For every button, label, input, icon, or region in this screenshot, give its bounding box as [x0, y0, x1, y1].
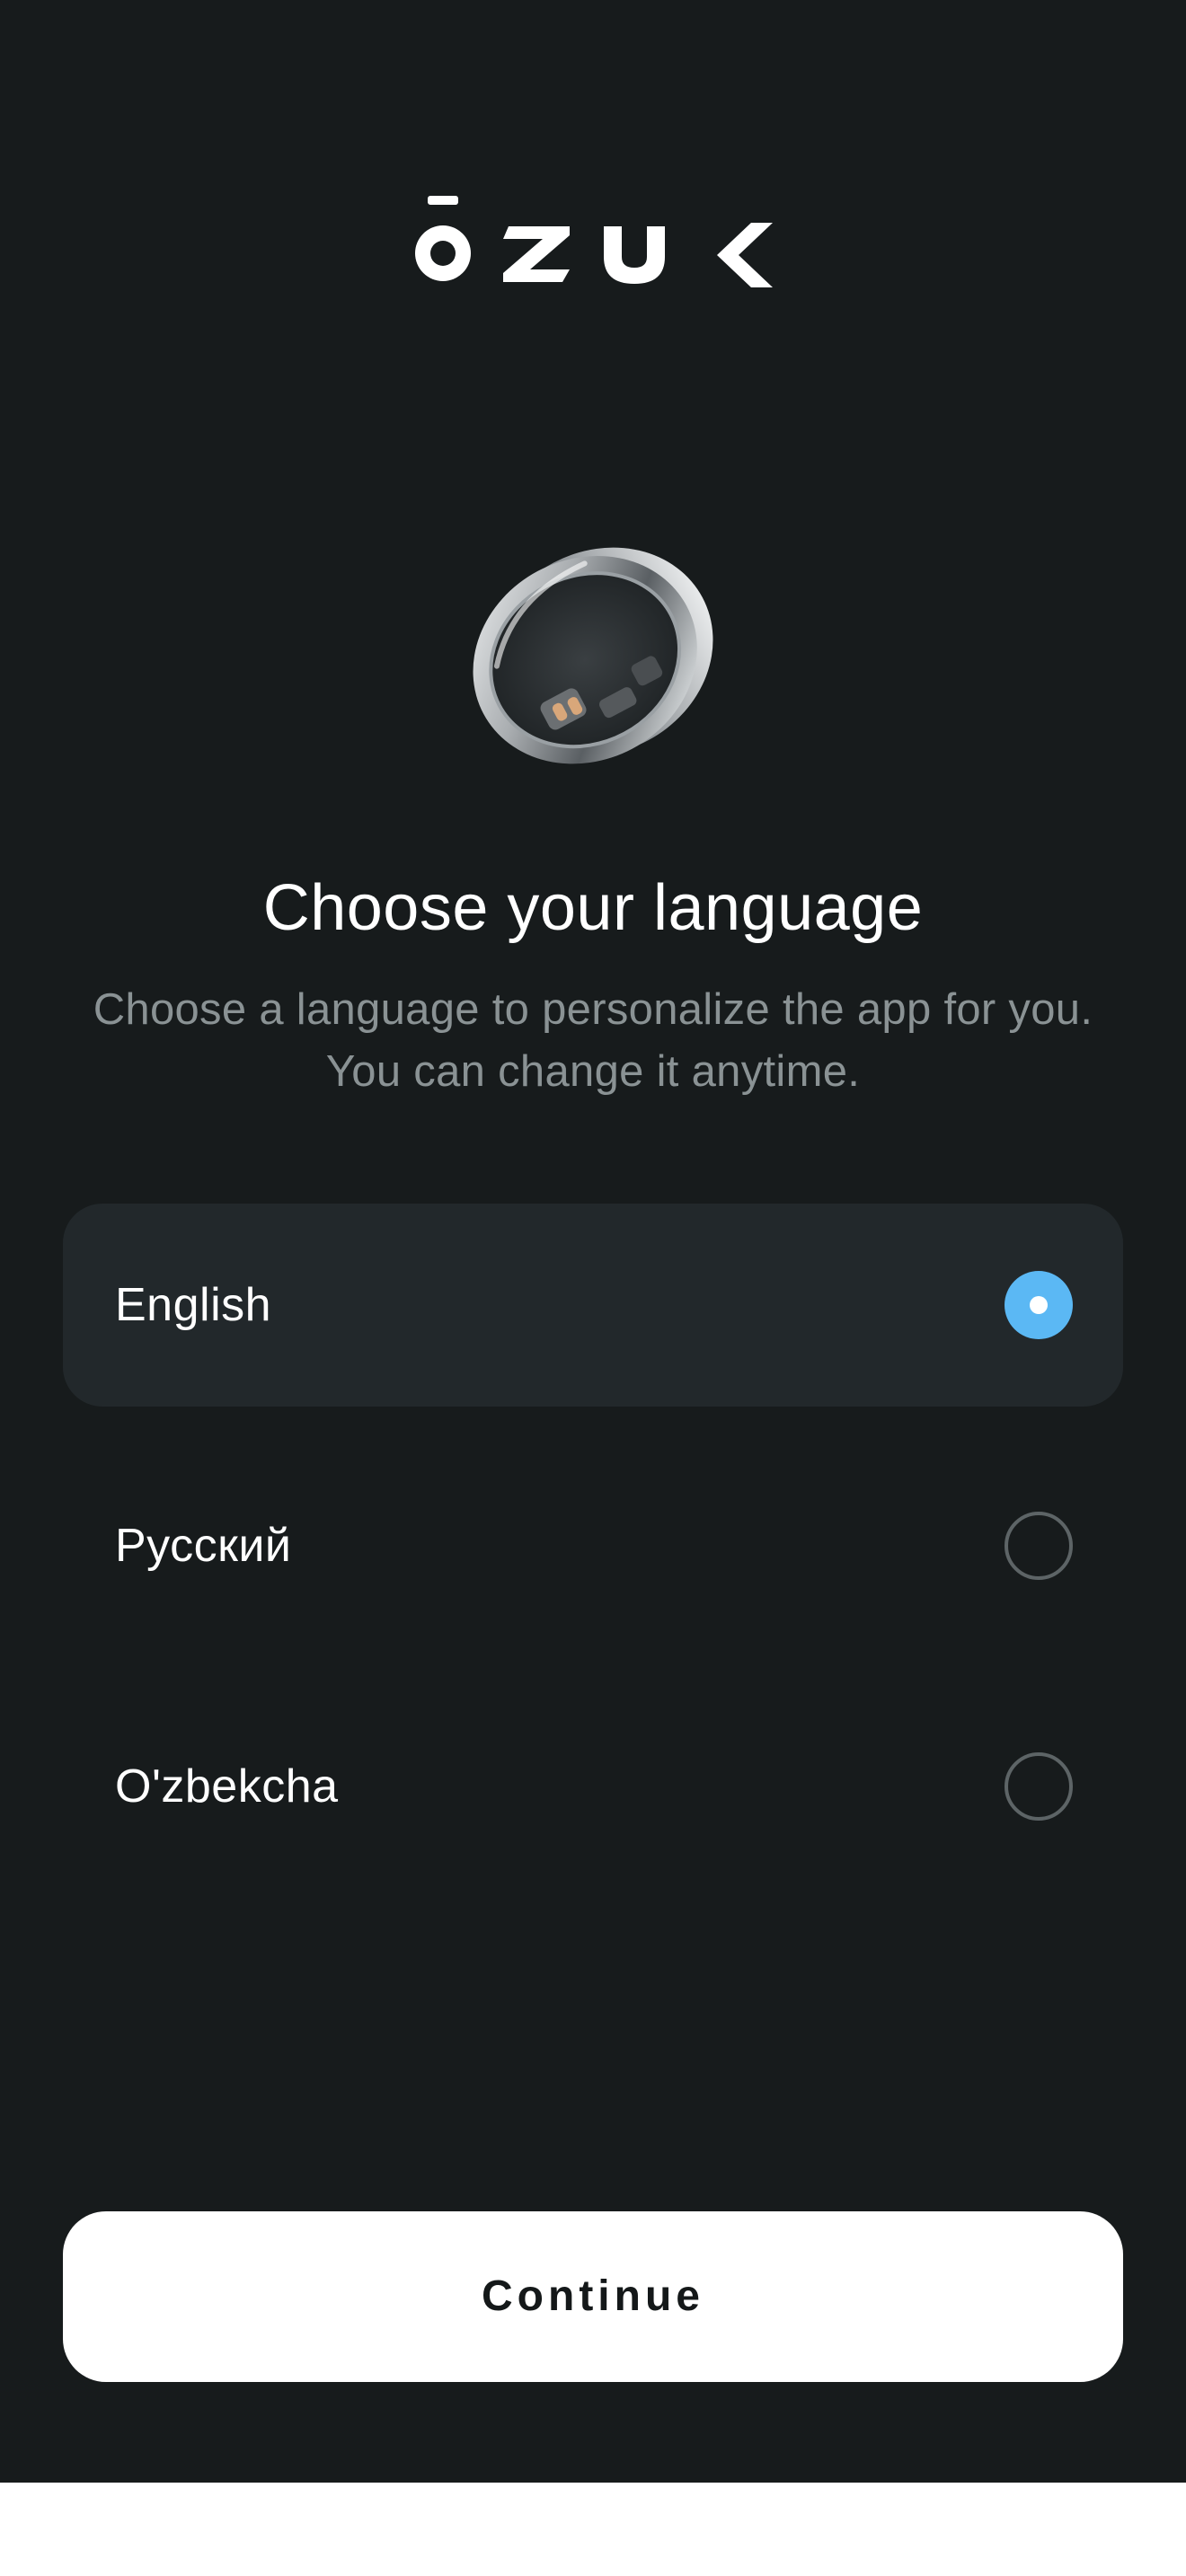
language-label: Русский	[115, 1520, 292, 1572]
continue-button[interactable]: Continue	[63, 2211, 1123, 2382]
page-subtitle: Choose a language to personalize the app…	[93, 985, 1093, 1096]
smart-ring-image	[473, 547, 713, 764]
radio-unselected-icon[interactable]	[1005, 1752, 1073, 1821]
radio-selected-icon[interactable]	[1005, 1271, 1073, 1339]
language-label: English	[115, 1279, 272, 1331]
radio-unselected-icon[interactable]	[1005, 1512, 1073, 1580]
language-option-english[interactable]: English	[63, 1204, 1123, 1407]
language-option-uzbek[interactable]: O'zbekcha	[63, 1685, 1123, 1888]
language-label: O'zbekcha	[115, 1760, 339, 1813]
language-option-russian[interactable]: Русский	[63, 1444, 1123, 1647]
page-title: Choose your language	[262, 872, 924, 944]
language-screen: Choose your language Choose a language t…	[0, 0, 1186, 2483]
home-indicator-area	[0, 2483, 1186, 2576]
ozuk-logo	[415, 196, 773, 287]
